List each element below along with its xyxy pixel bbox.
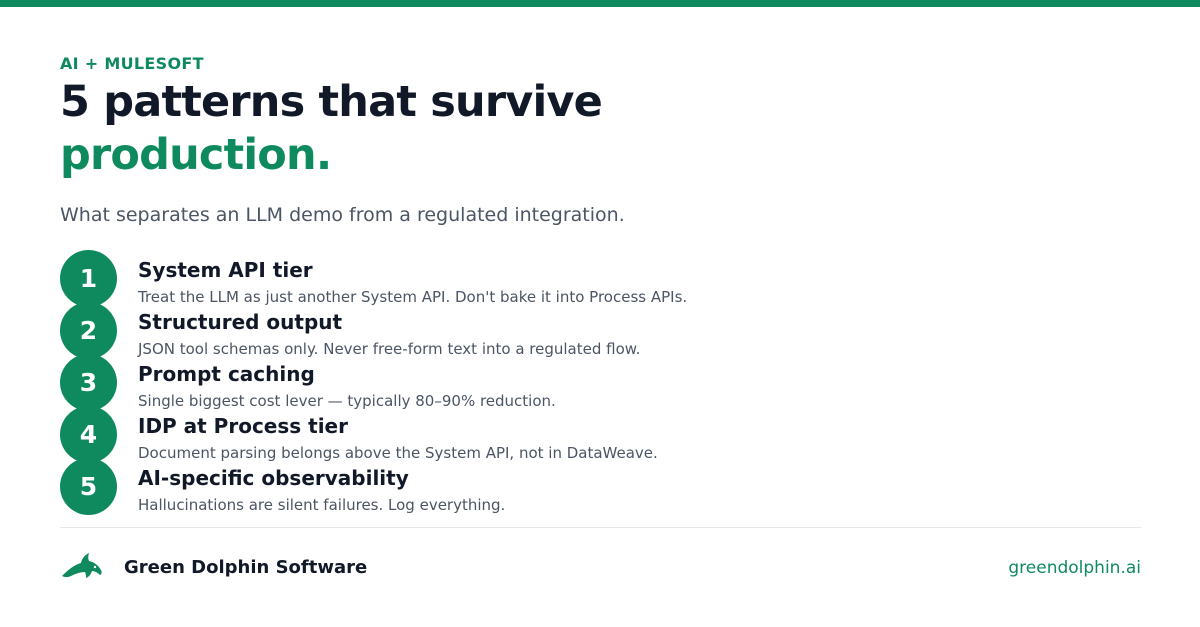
pattern-title: IDP at Process tier: [138, 414, 348, 438]
headline-line-1: 5 patterns that survive: [60, 77, 603, 127]
brand-name: Green Dolphin Software: [124, 557, 368, 578]
top-accent-bar: [0, 0, 1200, 7]
pattern-item-5: 5 AI-specific observability Hallucinatio…: [60, 458, 1141, 515]
pattern-title: AI-specific observability: [138, 466, 409, 490]
pattern-description: Hallucinations are silent failures. Log …: [138, 496, 506, 514]
pattern-item-1: 1 System API tier Treat the LLM as just …: [60, 250, 1141, 307]
number-badge: 5: [60, 458, 117, 515]
subtitle: What separates an LLM demo from a regula…: [60, 204, 625, 226]
number-badge: 1: [60, 250, 117, 307]
eyebrow-label: AI + MULESOFT: [60, 54, 204, 73]
dolphin-logo-icon: [62, 553, 102, 578]
pattern-item-3: 3 Prompt caching Single biggest cost lev…: [60, 354, 1141, 411]
pattern-list: 1 System API tier Treat the LLM as just …: [60, 250, 1141, 515]
number-badge: 2: [60, 302, 117, 359]
pattern-title: System API tier: [138, 258, 313, 282]
headline-line-2: production.: [60, 130, 332, 180]
pattern-title: Prompt caching: [138, 362, 315, 386]
pattern-item-4: 4 IDP at Process tier Document parsing b…: [60, 406, 1141, 463]
number-badge: 4: [60, 406, 117, 463]
website-link[interactable]: greendolphin.ai: [1008, 558, 1141, 578]
pattern-item-2: 2 Structured output JSON tool schemas on…: [60, 302, 1141, 359]
pattern-title: Structured output: [138, 310, 343, 334]
number-badge: 3: [60, 354, 117, 411]
headline: 5 patterns that survive production.: [60, 76, 603, 182]
footer-divider: [60, 527, 1141, 528]
